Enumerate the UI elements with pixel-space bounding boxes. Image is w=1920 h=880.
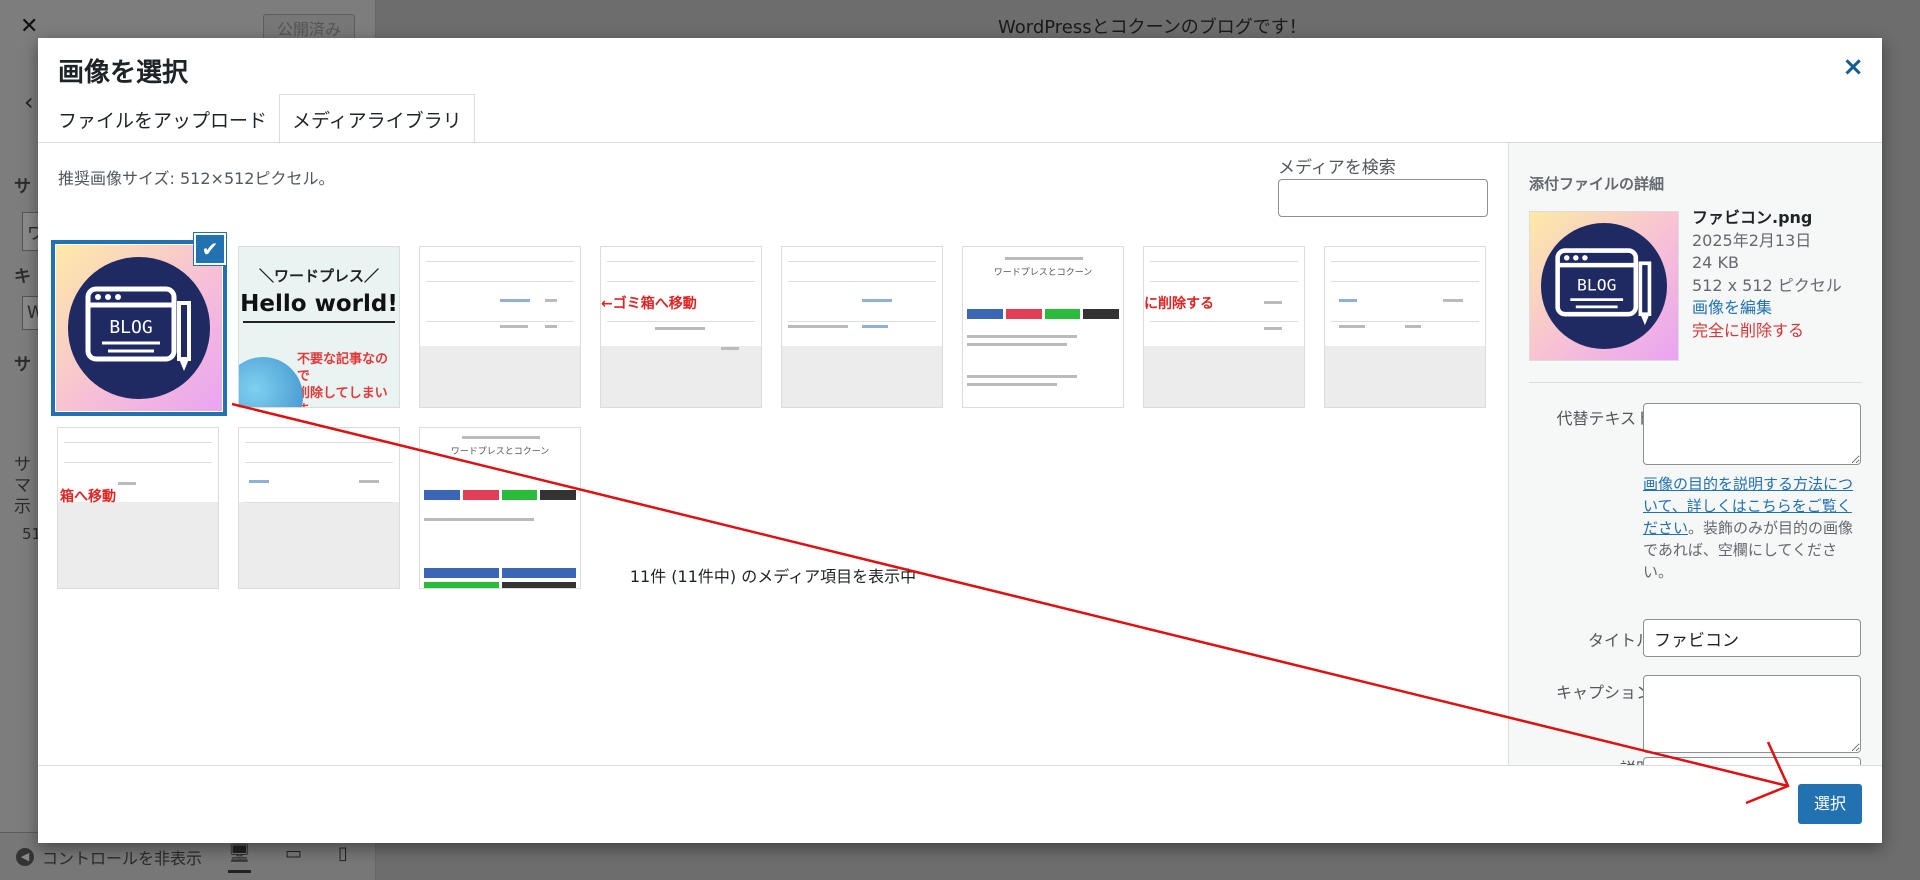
bg-fragment: サ: [14, 355, 31, 375]
description-field[interactable]: [1643, 757, 1861, 765]
tab-upload[interactable]: ファイルをアップロード: [58, 106, 279, 143]
selected-check-icon[interactable]: ✔: [194, 233, 226, 265]
modal-title: 画像を選択: [58, 58, 189, 88]
blog-text: BLOG: [109, 317, 152, 338]
attachment-thumb-hello-world[interactable]: ＼ワードプレス／ Hello world! 不要な記事なので削除してしまいま: [238, 246, 400, 408]
mobile-preview-icon[interactable]: ▯: [338, 843, 348, 864]
site-title-text: ワードプレスとコクーン: [450, 447, 550, 457]
attachment-thumb[interactable]: [419, 246, 581, 408]
collapse-icon: ◀: [16, 848, 34, 866]
delete-caption: に削除する: [1144, 296, 1214, 312]
bg-fragment: 示: [14, 497, 31, 517]
recommended-size-note: 推奨画像サイズ: 512×512ピクセル。: [58, 169, 335, 188]
close-icon[interactable]: ×: [1842, 52, 1864, 82]
caption-label: キャプション: [1555, 683, 1652, 702]
hello-title: Hello world!: [240, 291, 398, 317]
attachment-thumb[interactable]: に削除する: [1143, 246, 1305, 408]
search-label: メディアを検索: [1278, 158, 1396, 178]
alt-text-label: 代替テキスト: [1556, 409, 1652, 428]
attachment-details-sidebar: 添付ファイルの詳細 BLOG ファビコン.png 2025年2月13日 24 K…: [1508, 143, 1882, 765]
hello-caption: ＼ワードプレス／: [258, 267, 379, 285]
alt-text-help: 画像の目的を説明する方法について、詳しくはこちらをご覧ください。装飾のみが目的の…: [1643, 473, 1861, 583]
attachment-thumb-blog-selected[interactable]: BLOG: [51, 240, 227, 416]
attachment-dimensions: 512 x 512 ピクセル: [1692, 275, 1842, 295]
sidebar-divider: [1529, 382, 1862, 383]
blog-text: BLOG: [1577, 276, 1616, 295]
media-modal: 画像を選択 × ファイルをアップロード メディアライブラリ 推奨画像サイズ: 5…: [38, 38, 1882, 843]
modal-footer: 選択: [38, 765, 1882, 843]
attachment-meta: ファビコン.png 2025年2月13日 24 KB 512 x 512 ピクセ…: [1692, 207, 1842, 342]
alt-text-field[interactable]: [1643, 403, 1861, 465]
blog-window-icon: BLOG: [1555, 248, 1652, 326]
blog-window-icon: BLOG: [85, 286, 191, 371]
trash-caption: ←ゴミ箱へ移動: [601, 296, 697, 312]
attachment-details-heading: 添付ファイルの詳細: [1529, 175, 1665, 193]
hello-world-image: ＼ワードプレス／ Hello world! 不要な記事なので削除してしまいま: [239, 247, 399, 407]
media-count-status: 11件 (11件中) のメディア項目を表示中: [629, 567, 917, 586]
attachment-thumb[interactable]: [1324, 246, 1486, 408]
bg-fragment: キ: [14, 267, 31, 287]
delete-permanently-link[interactable]: 完全に削除する: [1692, 320, 1842, 343]
select-button[interactable]: 選択: [1798, 784, 1862, 824]
attachment-filename: ファビコン.png: [1692, 208, 1813, 227]
globe-icon: [239, 357, 303, 407]
attachment-thumb[interactable]: ←ゴミ箱へ移動: [600, 246, 762, 408]
blog-image: BLOG: [56, 245, 222, 411]
close-icon[interactable]: ✕: [20, 14, 38, 39]
edit-image-link[interactable]: 画像を編集: [1692, 297, 1842, 320]
hide-controls-button[interactable]: ◀ コントロールを非表示: [16, 845, 202, 869]
attachment-thumb[interactable]: ワードプレスとコクーン: [962, 246, 1124, 408]
caption-field[interactable]: [1643, 675, 1861, 753]
attachment-thumb[interactable]: [781, 246, 943, 408]
attachment-date: 2025年2月13日: [1692, 230, 1812, 250]
tablet-preview-icon[interactable]: ▭: [285, 843, 302, 864]
hide-controls-label: コントロールを非表示: [42, 849, 203, 868]
tab-media-library[interactable]: メディアライブラリ: [279, 94, 475, 144]
site-title-text: ワードプレスとコクーン: [993, 268, 1093, 278]
attachment-filesize: 24 KB: [1692, 253, 1739, 272]
back-arrow-icon[interactable]: ‹: [24, 88, 34, 116]
media-tabs: ファイルをアップロード メディアライブラリ: [58, 94, 475, 144]
trash-caption: 箱へ移動: [60, 489, 116, 505]
desktop-preview-icon[interactable]: 🖥: [228, 843, 251, 873]
attachment-preview: BLOG: [1529, 211, 1679, 361]
media-search-input[interactable]: [1278, 179, 1488, 217]
media-library-content: 推奨画像サイズ: 512×512ピクセル。 メディアを検索 BLOG ✔ ＼ワー…: [38, 143, 1508, 765]
preview-site-title: WordPressとコクーンのブログです！: [998, 17, 1307, 38]
bg-fragment: サ: [14, 177, 31, 197]
hello-subtext: 不要な記事なので削除してしまいま: [297, 352, 389, 407]
title-field[interactable]: [1643, 619, 1861, 657]
